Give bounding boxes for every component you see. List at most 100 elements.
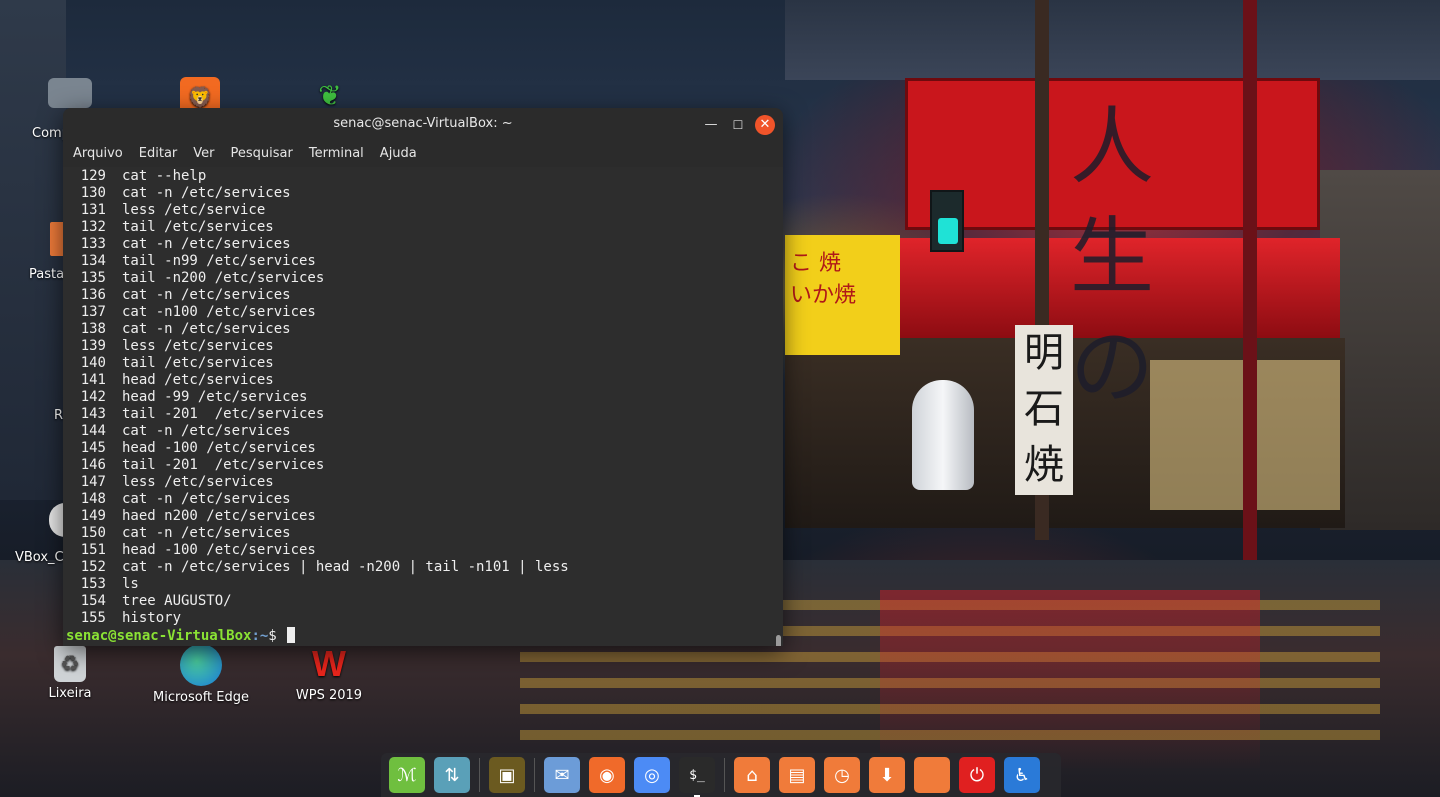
history-command: head -100 /etc/services bbox=[122, 542, 316, 558]
wallpaper-pole bbox=[1035, 0, 1049, 540]
history-number: 142 bbox=[80, 389, 106, 405]
computer-desktop-icon[interactable] bbox=[47, 78, 93, 112]
history-command: cat -n /etc/services bbox=[122, 236, 291, 252]
history-line: 135 tail -n200 /etc/services bbox=[66, 270, 775, 287]
history-line: 130 cat -n /etc/services bbox=[66, 185, 775, 202]
dock-files[interactable] bbox=[914, 757, 950, 793]
dock-documents-folder[interactable]: ▤ bbox=[779, 757, 815, 793]
history-command: tail /etc/services bbox=[122, 355, 274, 371]
history-number: 149 bbox=[80, 508, 106, 524]
history-command: head -100 /etc/services bbox=[122, 440, 316, 456]
history-command: cat -n /etc/services | head -n200 | tail… bbox=[122, 559, 569, 575]
history-number: 139 bbox=[80, 338, 106, 354]
history-line: 145 head -100 /etc/services bbox=[66, 440, 775, 457]
history-line: 131 less /etc/service bbox=[66, 202, 775, 219]
window-titlebar[interactable]: senac@senac-VirtualBox: ~ — ☐ ✕ bbox=[63, 108, 783, 140]
window-title: senac@senac-VirtualBox: ~ bbox=[333, 116, 513, 131]
history-line: 142 head -99 /etc/services bbox=[66, 389, 775, 406]
dock-recent-folder[interactable]: ◷ bbox=[824, 757, 860, 793]
history-command: tree AUGUSTO/ bbox=[122, 593, 232, 609]
history-line: 129 cat --help bbox=[66, 168, 775, 185]
prompt-symbol: $ bbox=[268, 628, 286, 644]
wps-desktop-icon[interactable]: W WPS 2019 bbox=[274, 643, 384, 703]
menu-pesquisar[interactable]: Pesquisar bbox=[231, 146, 293, 161]
menu-terminal[interactable]: Terminal bbox=[309, 146, 364, 161]
menu-arquivo[interactable]: Arquivo bbox=[73, 146, 123, 161]
history-command: cat --help bbox=[122, 168, 207, 184]
history-command: less /etc/services bbox=[122, 338, 274, 354]
scrollbar-thumb[interactable] bbox=[776, 635, 781, 646]
history-number: 148 bbox=[80, 491, 106, 507]
menu-ver[interactable]: Ver bbox=[193, 146, 214, 161]
monitor-icon bbox=[48, 78, 92, 108]
history-number: 154 bbox=[80, 593, 106, 609]
history-command: tail -201 /etc/services bbox=[122, 406, 325, 422]
close-button[interactable]: ✕ bbox=[755, 115, 775, 135]
history-line: 136 cat -n /etc/services bbox=[66, 287, 775, 304]
dock-mint-menu[interactable]: ℳ bbox=[389, 757, 425, 793]
trash-desktop-icon[interactable]: ♻ Lixeira bbox=[15, 646, 125, 701]
wallpaper-building-back bbox=[785, 0, 1440, 80]
mint-logo-icon: ℳ bbox=[397, 764, 417, 786]
dock-terminal[interactable]: $_ bbox=[679, 757, 715, 797]
wallpaper-banner: 明石焼 bbox=[1015, 325, 1073, 495]
power-icon: ⏻ bbox=[969, 764, 985, 786]
history-line: 154 tree AUGUSTO/ bbox=[66, 593, 775, 610]
history-number: 129 bbox=[80, 168, 106, 184]
history-command: less /etc/services bbox=[122, 474, 274, 490]
close-icon: ✕ bbox=[759, 117, 771, 132]
terminal-window[interactable]: senac@senac-VirtualBox: ~ — ☐ ✕ Arquivo … bbox=[63, 108, 783, 646]
terminal-icon: $_ bbox=[689, 767, 705, 783]
history-number: 147 bbox=[80, 474, 106, 490]
history-command: cat -n100 /etc/services bbox=[122, 304, 316, 320]
dock-image-viewer[interactable]: ▣ bbox=[489, 757, 525, 793]
wallpaper-red-sign-text: 人生の bbox=[1070, 98, 1155, 416]
history-command: tail -n200 /etc/services bbox=[122, 270, 325, 286]
picture-icon: ▣ bbox=[498, 764, 516, 786]
history-number: 143 bbox=[80, 406, 106, 422]
wallpaper-traffic-lamp bbox=[938, 218, 958, 244]
history-line: 138 cat -n /etc/services bbox=[66, 321, 775, 338]
dock-home-folder[interactable]: ⌂ bbox=[734, 757, 770, 793]
terminal-output[interactable]: 129 cat --help 130 cat -n /etc/services 131 l… bbox=[63, 167, 775, 646]
dock-shutdown[interactable]: ⏻ bbox=[959, 757, 995, 793]
menu-editar[interactable]: Editar bbox=[139, 146, 178, 161]
prompt-user: senac@senac-VirtualBox bbox=[66, 628, 252, 644]
history-line: 137 cat -n100 /etc/services bbox=[66, 304, 775, 321]
maximize-button[interactable]: ☐ bbox=[728, 115, 748, 135]
history-command: haed n200 /etc/services bbox=[122, 508, 316, 524]
folder-documents-icon: ▤ bbox=[788, 764, 806, 786]
accessibility-icon: ♿ bbox=[1013, 764, 1031, 786]
terminal-scrollbar[interactable] bbox=[775, 167, 783, 646]
dock-accessibility[interactable]: ♿ bbox=[1004, 757, 1040, 793]
wallpaper-yellow-sign-text: こ 焼 いか焼 bbox=[790, 251, 857, 308]
history-command: history bbox=[122, 610, 182, 626]
history-number: 153 bbox=[80, 576, 106, 592]
dock-firefox[interactable]: ◉ bbox=[589, 757, 625, 793]
history-number: 137 bbox=[80, 304, 106, 320]
menu-ajuda[interactable]: Ajuda bbox=[380, 146, 417, 161]
minimize-button[interactable]: — bbox=[701, 115, 721, 135]
history-number: 150 bbox=[80, 525, 106, 541]
wallpaper-pole-red bbox=[1243, 0, 1257, 560]
history-number: 151 bbox=[80, 542, 106, 558]
wallpaper-red-sign bbox=[905, 78, 1320, 230]
history-line: 143 tail -201 /etc/services bbox=[66, 406, 775, 423]
history-line: 133 cat -n /etc/services bbox=[66, 236, 775, 253]
dock-separator bbox=[479, 758, 480, 792]
history-line: 149 haed n200 /etc/services bbox=[66, 508, 775, 525]
minimize-icon: — bbox=[704, 117, 718, 132]
dock-chrome[interactable]: ◎ bbox=[634, 757, 670, 793]
dock-downloads-folder[interactable]: ⬇ bbox=[869, 757, 905, 793]
partial-desktop-label: R bbox=[54, 408, 64, 423]
recycle-icon: ♻ bbox=[54, 646, 86, 682]
edge-desktop-icon[interactable]: Microsoft Edge bbox=[146, 644, 256, 705]
dock-mail[interactable]: ✉ bbox=[544, 757, 580, 793]
history-line: 140 tail /etc/services bbox=[66, 355, 775, 372]
wps-icon: W bbox=[312, 643, 346, 684]
history-command: cat -n /etc/services bbox=[122, 287, 291, 303]
prompt-line[interactable]: senac@senac-VirtualBox:~$ bbox=[66, 627, 775, 644]
dock-show-desktop[interactable]: ⇅ bbox=[434, 757, 470, 793]
history-number: 144 bbox=[80, 423, 106, 439]
history-command: ls bbox=[122, 576, 139, 592]
